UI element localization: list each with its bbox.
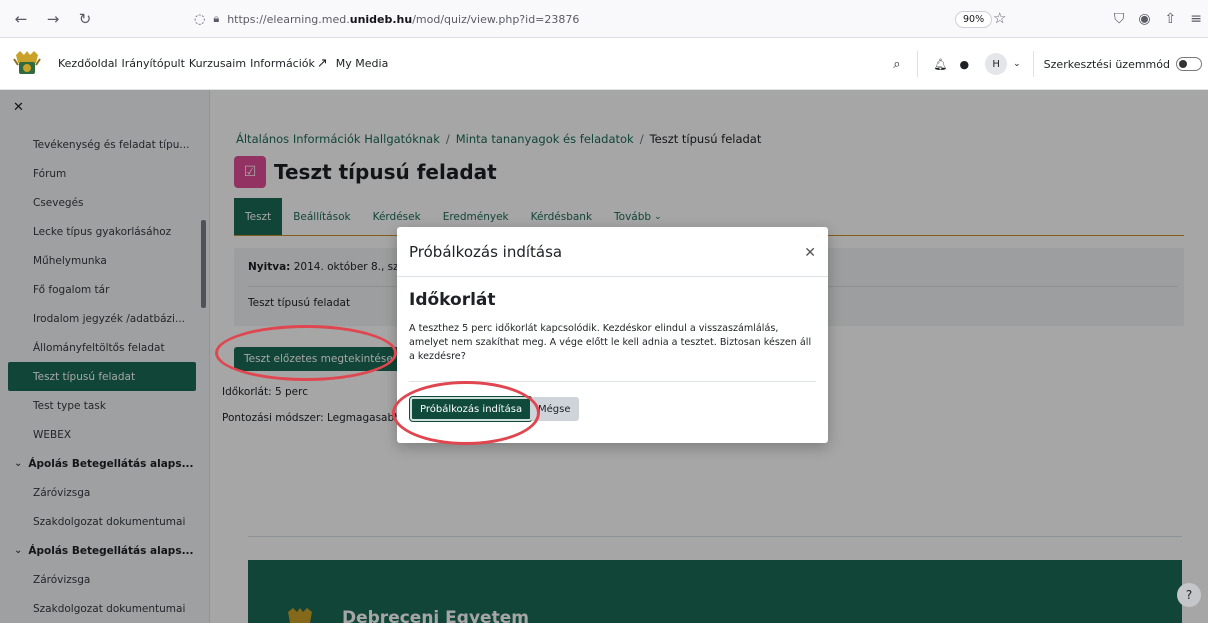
navbar-divider (1032, 51, 1034, 77)
edit-mode-toggle[interactable] (1176, 57, 1202, 71)
external-link-icon: ↗ (316, 56, 328, 71)
pocket-icon[interactable]: ⛉ (1114, 11, 1125, 27)
nav-my-courses[interactable]: Kurzusaim (189, 57, 246, 70)
start-attempt-button[interactable]: Próbálkozás indítása (408, 396, 534, 422)
user-avatar[interactable]: H (985, 53, 1008, 75)
chevron-down-icon[interactable]: ⌄ (1013, 59, 1021, 69)
modal-heading: Időkorlát (409, 290, 496, 310)
help-button[interactable]: ? (1177, 583, 1201, 607)
lock-icon: 🔒︎ (213, 12, 220, 25)
site-navbar: Kezdőoldal Irányítópult Kurzusaim Inform… (0, 38, 1208, 90)
share-icon[interactable]: ⇧ (1165, 11, 1177, 27)
nav-information[interactable]: Információk ↗ (250, 56, 328, 71)
shield-icon: ◌ (194, 11, 206, 27)
zoom-level-badge[interactable]: 90% (955, 11, 993, 28)
modal-body-text: A teszthez 5 perc időkorlát kapcsolódik.… (409, 323, 812, 362)
forward-icon[interactable]: → (42, 8, 64, 30)
nav-dashboard[interactable]: Irányítópult (122, 57, 185, 70)
url-text: https://elearning.med.unideb.hu/mod/quiz… (227, 12, 580, 26)
nav-my-media[interactable]: My Media (336, 57, 389, 70)
edit-mode-label: Szerkesztési üzemmód (1043, 57, 1170, 71)
menu-icon[interactable]: ≡ (1190, 11, 1202, 27)
bell-icon[interactable]: 🔔︎ (934, 58, 948, 71)
address-bar[interactable]: ◌ 🔒︎ https://elearning.med.unideb.hu/mod… (190, 6, 1010, 32)
university-logo[interactable] (12, 49, 42, 79)
reload-icon[interactable]: ↻ (74, 8, 96, 30)
bookmark-star-icon[interactable]: ☆ (993, 9, 1006, 27)
start-attempt-modal: Próbálkozás indítása ✕ Időkorlát A teszt… (397, 227, 828, 443)
account-icon[interactable]: ◉ (1138, 11, 1150, 27)
back-icon[interactable]: ← (10, 8, 32, 30)
navbar-divider (916, 51, 918, 77)
modal-title: Próbálkozás indítása (409, 242, 563, 261)
nav-home[interactable]: Kezdőoldal (58, 57, 118, 70)
close-icon[interactable]: ✕ (804, 245, 816, 261)
search-icon[interactable]: ⌕ (893, 57, 900, 72)
browser-toolbar: ← → ↻ ◌ 🔒︎ https://elearning.med.unideb.… (0, 0, 1208, 38)
chat-icon[interactable]: ● (960, 58, 970, 71)
cancel-button[interactable]: Mégse (530, 397, 579, 421)
